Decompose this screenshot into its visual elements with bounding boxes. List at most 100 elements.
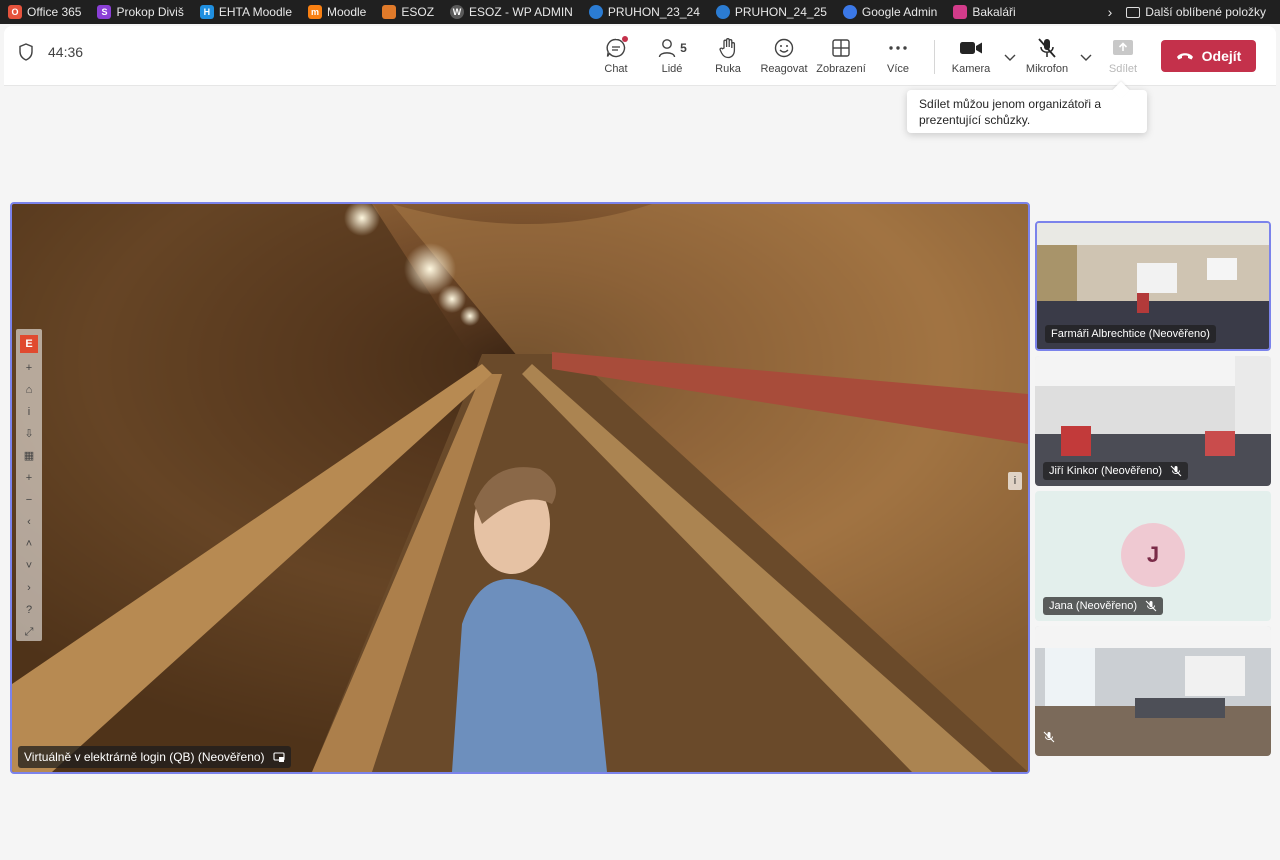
share-tooltip: Sdílet můžou jenom organizátoři a prezen… (907, 90, 1147, 133)
meeting-timer: 44:36 (18, 43, 83, 61)
bookmark-ehta[interactable]: H EHTA Moodle (192, 0, 300, 24)
participant-name-tag: Virtuálně v elektrárně login (QB) (Neově… (18, 746, 291, 768)
bookmark-esoz[interactable]: ESOZ (374, 0, 442, 24)
mic-label: Mikrofon (1025, 63, 1069, 75)
bookmark-prokop[interactable]: S Prokop Diviš (89, 0, 191, 24)
people-button[interactable]: 5 Lidé (644, 36, 700, 75)
share-button[interactable]: Sdílet (1095, 36, 1151, 75)
participant-name: Jiří Kinkor (Neověřeno) (1049, 465, 1163, 477)
bookmark-label: Bakaláři (972, 5, 1016, 19)
bookmark-pruhon-24[interactable]: PRUHON_24_25 (708, 0, 835, 24)
zoom-out-icon[interactable]: − (26, 493, 32, 507)
tile-mute-indicator (1043, 730, 1055, 748)
info-icon[interactable]: i (28, 405, 30, 419)
bookmark-label: Moodle (327, 5, 367, 19)
home-icon[interactable]: ⌂ (26, 383, 33, 397)
share-label: Sdílet (1108, 63, 1138, 75)
react-label: Reagovat (760, 63, 808, 75)
bookmark-label: Google Admin (861, 5, 938, 19)
bookmark-google-admin[interactable]: Google Admin (835, 0, 945, 24)
participant-tile[interactable] (1035, 626, 1271, 756)
ehta-icon: H (199, 5, 214, 19)
other-bookmarks[interactable]: Další oblíbené položky (1126, 0, 1266, 24)
shield-icon (19, 43, 33, 61)
video-feed (12, 204, 1028, 772)
other-bookmarks-label: Další oblíbené položky (1145, 5, 1266, 19)
bookmark-label: ESOZ (401, 5, 435, 19)
bookmark-label: Office 365 (27, 5, 82, 19)
participant-name: Jana (Neověřeno) (1049, 600, 1138, 612)
bakalari-icon (953, 5, 968, 19)
bookmark-bakalari[interactable]: Bakaláři (945, 0, 1023, 24)
tile-name-tag: Jana (Neověřeno) (1043, 597, 1164, 615)
chevron-right-icon[interactable]: › (1108, 4, 1113, 20)
react-button[interactable]: Reagovat (756, 36, 812, 75)
share-icon (1113, 40, 1133, 55)
tile-name-tag: Jiří Kinkor (Neověřeno) (1043, 462, 1189, 480)
bookmark-label: PRUHON_23_24 (607, 5, 700, 19)
bookmark-label: ESOZ - WP ADMIN (469, 5, 573, 19)
plus-icon[interactable]: + (26, 361, 32, 375)
people-count: 5 (680, 41, 687, 55)
grid-small-icon[interactable]: ▦ (24, 449, 34, 463)
info-icon[interactable]: i (1008, 472, 1022, 490)
grid-icon (832, 39, 850, 57)
video-feed (1035, 626, 1271, 756)
participant-tile[interactable]: J Jana (Neověřeno) (1035, 491, 1271, 621)
toolbar-divider (934, 40, 935, 74)
chevron-right-icon[interactable]: › (27, 581, 31, 595)
folder-icon (1126, 6, 1141, 18)
bookmark-office365[interactable]: O Office 365 (0, 0, 89, 24)
raise-hand-button[interactable]: Ruka (700, 36, 756, 75)
prokop-icon: S (97, 5, 112, 19)
bookmark-label: Prokop Diviš (116, 5, 184, 19)
chat-button[interactable]: Chat (588, 36, 644, 75)
more-icon (889, 46, 907, 50)
bookmark-moodle[interactable]: m Moodle (300, 0, 374, 24)
smiley-icon (774, 38, 794, 58)
tooltip-text: Sdílet můžou jenom organizátoři a prezen… (919, 97, 1102, 127)
chevron-down-icon[interactable] (1078, 49, 1094, 65)
help-icon[interactable]: ? (26, 603, 32, 617)
camera-button[interactable]: Kamera (943, 36, 999, 75)
participant-tile[interactable]: Jiří Kinkor (Neověřeno) (1035, 356, 1271, 486)
presentation-toolbar: E + ⌂ i ⇩ ▦ + − ‹ ˄ ˅ › ? ⤢ (16, 329, 42, 641)
esoz-icon (382, 5, 397, 19)
main-video-tile[interactable]: E + ⌂ i ⇩ ▦ + − ‹ ˄ ˅ › ? ⤢ i Virtuálně … (10, 202, 1030, 774)
chevron-down-icon[interactable] (1002, 49, 1018, 65)
bookmarks-bar: O Office 365 S Prokop Diviš H EHTA Moodl… (0, 0, 1280, 24)
participant-tile[interactable]: Farmáři Albrechtice (Neověřeno) (1035, 221, 1271, 351)
mic-off-icon (1038, 38, 1056, 58)
brand-logo: E (20, 335, 38, 353)
timer-text: 44:36 (48, 44, 84, 60)
bookmark-esoz-wp[interactable]: W ESOZ - WP ADMIN (442, 0, 581, 24)
office-icon: O (8, 5, 22, 19)
raise-hand-label: Ruka (715, 63, 741, 75)
download-icon[interactable]: ⇩ (24, 427, 33, 441)
fullscreen-icon[interactable]: ⤢ (25, 625, 34, 639)
avatar-initial: J (1146, 542, 1160, 567)
zoom-in-icon[interactable]: + (26, 471, 32, 485)
avatar: J (1121, 523, 1185, 587)
mic-off-icon (1170, 465, 1182, 477)
leave-label: Odejít (1201, 48, 1242, 64)
more-label: Více (886, 63, 909, 75)
people-icon (658, 39, 676, 58)
view-label: Zobrazení (816, 63, 866, 75)
chevron-down-icon[interactable]: ˅ (26, 559, 32, 573)
chevron-left-icon[interactable]: ‹ (27, 515, 31, 529)
onedrive-icon (588, 5, 603, 19)
more-button[interactable]: Více (870, 36, 926, 75)
moodle-icon: m (308, 5, 322, 19)
mic-button[interactable]: Mikrofon (1019, 36, 1075, 75)
tile-name-tag: Farmáři Albrechtice (Neověřeno) (1045, 325, 1216, 343)
view-button[interactable]: Zobrazení (813, 36, 869, 75)
participant-name: Virtuálně v elektrárně login (QB) (Neově… (24, 750, 265, 764)
bookmark-label: EHTA Moodle (218, 5, 292, 19)
people-label: Lidé (661, 63, 683, 75)
leave-button[interactable]: Odejít (1161, 40, 1256, 72)
hang-up-icon (1176, 53, 1193, 60)
bookmark-label: PRUHON_24_25 (734, 5, 827, 19)
bookmark-pruhon-23[interactable]: PRUHON_23_24 (581, 0, 708, 24)
chevron-up-icon[interactable]: ˄ (26, 537, 32, 551)
